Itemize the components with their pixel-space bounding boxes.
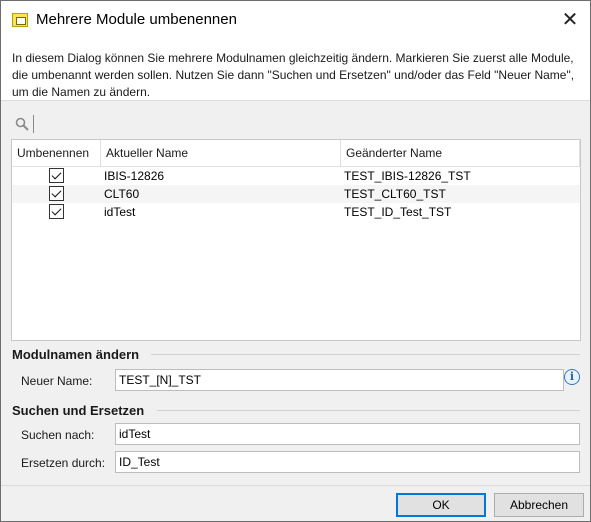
close-button[interactable]: ✕ xyxy=(553,6,587,34)
module-table: Umbenennen Aktueller Name Geänderter Nam… xyxy=(11,139,581,341)
rename-section-title: Modulnamen ändern xyxy=(12,347,140,362)
search-for-input[interactable] xyxy=(115,423,580,445)
replace-with-input[interactable] xyxy=(115,451,580,473)
ok-button[interactable]: OK xyxy=(396,493,486,517)
section-divider xyxy=(151,354,580,355)
window-title: Mehrere Module umbenennen xyxy=(36,11,237,28)
column-header-changed-name[interactable]: Geänderter Name xyxy=(341,140,580,167)
changed-name-cell: TEST_IBIS-12826_TST xyxy=(344,169,471,183)
button-bar: OK Abbrechen xyxy=(1,485,590,521)
module-icon xyxy=(12,13,28,27)
current-name-cell: CLT60 xyxy=(104,187,140,201)
table-row[interactable]: CLT60 TEST_CLT60_TST xyxy=(12,185,580,203)
column-header-rename[interactable]: Umbenennen xyxy=(12,140,101,167)
rename-checkbox[interactable] xyxy=(49,204,64,219)
table-header: Umbenennen Aktueller Name Geänderter Nam… xyxy=(12,140,580,167)
rename-checkbox[interactable] xyxy=(49,168,64,183)
info-icon[interactable]: i xyxy=(564,369,580,385)
new-name-label: Neuer Name: xyxy=(21,374,93,388)
new-name-input[interactable] xyxy=(115,369,564,391)
replace-section-title: Suchen und Ersetzen xyxy=(12,403,145,418)
current-name-cell: idTest xyxy=(104,205,136,219)
dialog-window: Mehrere Module umbenennen ✕ In diesem Di… xyxy=(0,0,591,522)
title-bar: Mehrere Module umbenennen ✕ xyxy=(1,1,590,39)
filter-row xyxy=(1,109,590,139)
search-for-label: Suchen nach: xyxy=(21,428,95,442)
rename-checkbox[interactable] xyxy=(49,186,64,201)
filter-input[interactable] xyxy=(33,115,573,133)
replace-with-label: Ersetzen durch: xyxy=(21,456,106,470)
table-row[interactable]: IBIS-12826 TEST_IBIS-12826_TST xyxy=(12,167,580,185)
current-name-cell: IBIS-12826 xyxy=(104,169,165,183)
column-header-current-name[interactable]: Aktueller Name xyxy=(101,140,341,167)
table-row[interactable]: idTest TEST_ID_Test_TST xyxy=(12,203,580,221)
changed-name-cell: TEST_ID_Test_TST xyxy=(344,205,452,219)
changed-name-cell: TEST_CLT60_TST xyxy=(344,187,446,201)
cancel-button[interactable]: Abbrechen xyxy=(494,493,584,517)
section-divider xyxy=(157,410,580,411)
intro-text: In diesem Dialog können Sie mehrere Modu… xyxy=(1,39,590,101)
search-icon xyxy=(15,117,29,131)
